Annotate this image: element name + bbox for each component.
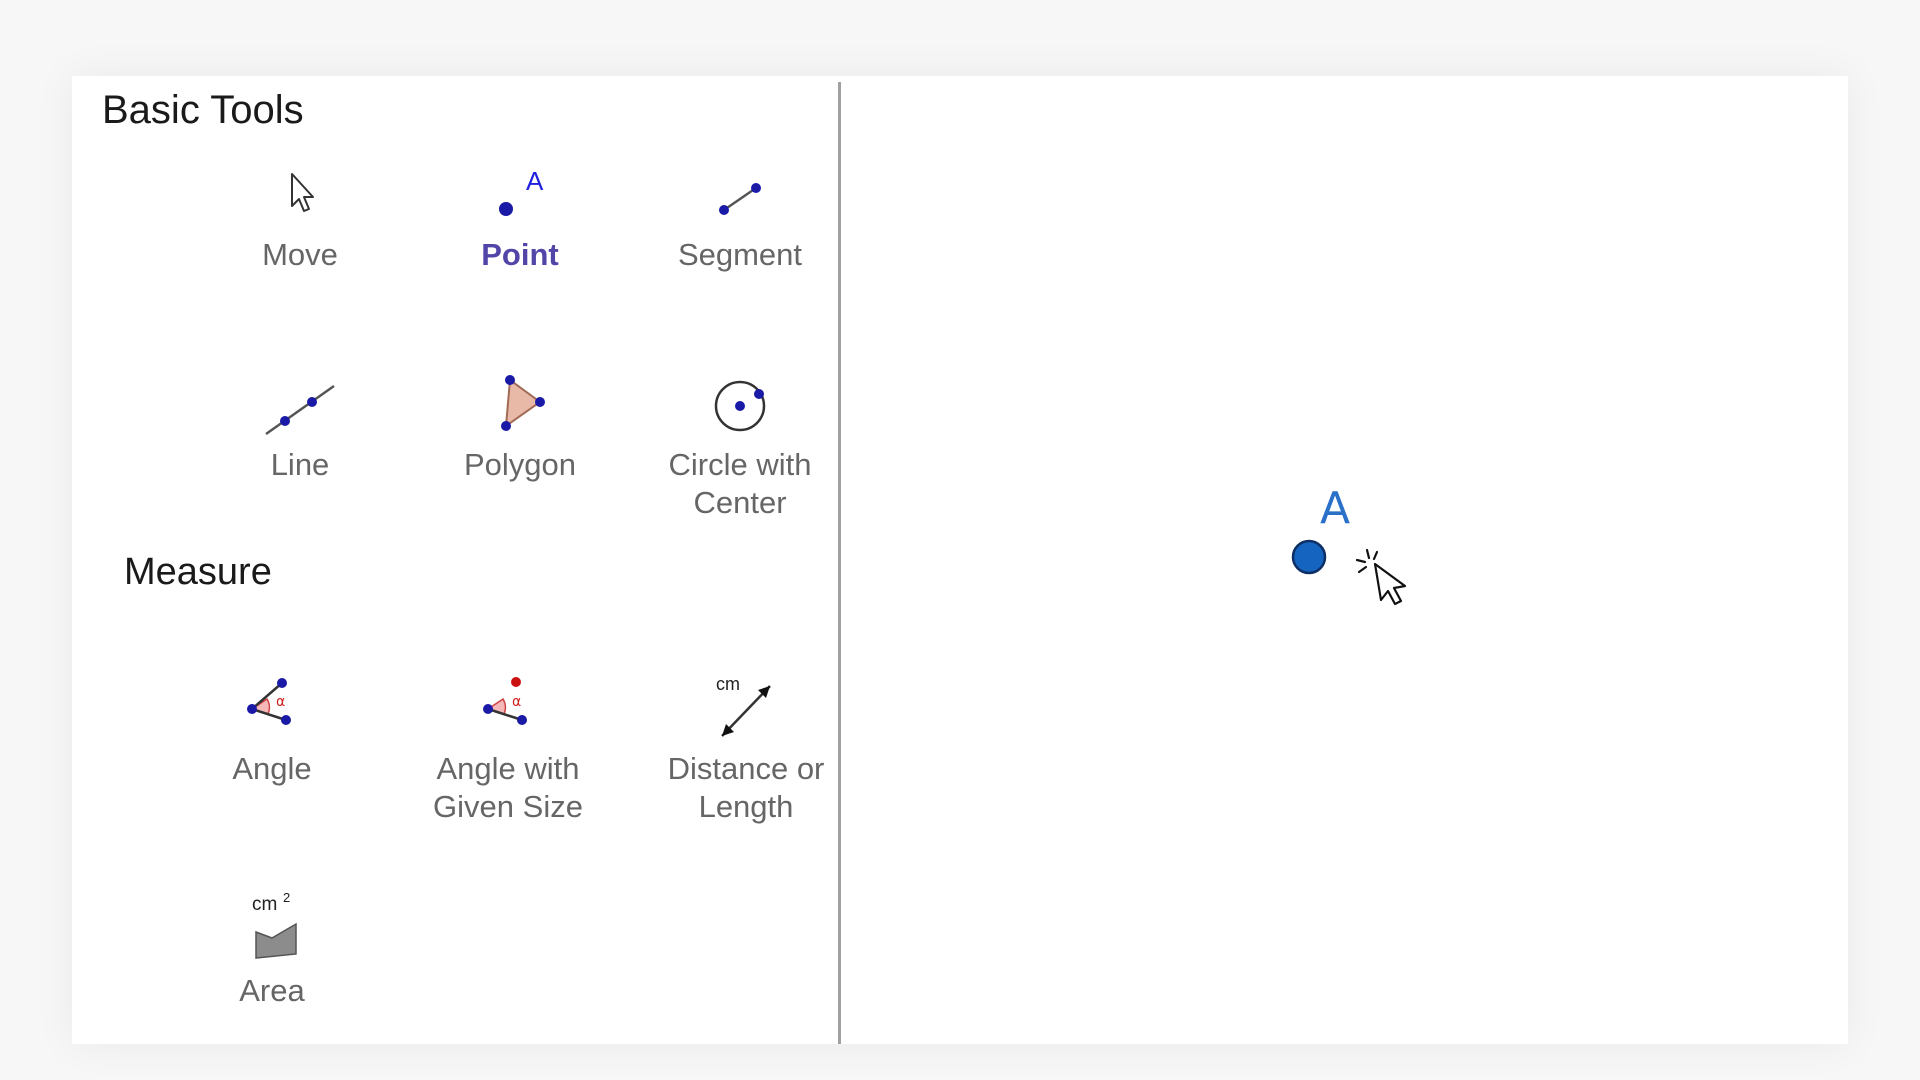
tool-angle-given-size[interactable]: α Angle with Given Size	[408, 666, 608, 826]
point-A[interactable]	[1279, 527, 1339, 587]
tool-area-label: Area	[239, 973, 305, 1008]
tool-angle-given-label-line2: Given Size	[433, 789, 583, 824]
tool-circle-label: Circle with Center	[640, 446, 840, 522]
area-icon-unit: cm	[252, 894, 277, 915]
line-icon	[265, 384, 335, 436]
angle-icon: α	[247, 678, 291, 725]
tool-angle-given-label-line1: Angle with	[436, 751, 580, 786]
move-cursor-icon	[291, 173, 314, 212]
point-A-label[interactable]: A	[1320, 483, 1350, 534]
click-cursor-icon	[1355, 548, 1407, 606]
tool-point-label: Point	[481, 237, 559, 272]
angle-given-size-icon: α	[483, 677, 527, 725]
point-icon: A	[499, 166, 544, 216]
tool-angle-given-label: Angle with Given Size	[408, 750, 608, 826]
tool-polygon[interactable]: Polygon	[420, 366, 620, 484]
tool-circle-label-line1: Circle with	[668, 447, 812, 482]
basic-tools-heading: Basic Tools	[102, 88, 304, 132]
measure-heading: Measure	[124, 551, 272, 593]
tool-distance-or-length[interactable]: cm Distance or Length	[646, 666, 846, 826]
tool-distance-label-line2: Length	[698, 789, 794, 824]
tool-segment[interactable]: Segment	[640, 166, 840, 274]
area-icon-exponent: 2	[283, 890, 290, 905]
segment-icon	[719, 183, 761, 215]
tool-angle-label: Angle	[232, 751, 312, 786]
polygon-icon	[501, 375, 545, 431]
graphics-view[interactable]: A	[841, 76, 1848, 1044]
tool-distance-label-line1: Distance or	[667, 751, 825, 786]
tool-polygon-label: Polygon	[463, 447, 577, 482]
tool-line[interactable]: Line	[200, 366, 400, 484]
geogebra-app: Basic Tools Move A Point Segment Line Po…	[72, 76, 1848, 1044]
distance-icon: cm	[716, 674, 771, 737]
tool-area[interactable]: cm 2 Area	[172, 888, 372, 1010]
angle-icon-symbol: α	[276, 694, 285, 710]
distance-icon-unit: cm	[716, 674, 740, 694]
tool-line-label: Line	[270, 447, 330, 482]
angle-given-icon-symbol: α	[512, 694, 521, 710]
tool-point[interactable]: A Point	[420, 166, 620, 274]
area-icon: cm 2	[252, 890, 297, 959]
point-icon-letter: A	[526, 166, 544, 196]
tool-circle-with-center[interactable]: Circle with Center	[640, 366, 840, 522]
circle-center-icon	[714, 380, 766, 432]
tool-move[interactable]: Move	[200, 166, 400, 274]
tool-circle-label-line2: Center	[693, 485, 787, 520]
tool-distance-label: Distance or Length	[646, 750, 846, 826]
tool-panel: Basic Tools Move A Point Segment Line Po…	[72, 76, 838, 1044]
tool-move-label: Move	[262, 237, 338, 272]
tool-angle[interactable]: α Angle	[172, 666, 372, 788]
tool-segment-label: Segment	[677, 237, 803, 272]
